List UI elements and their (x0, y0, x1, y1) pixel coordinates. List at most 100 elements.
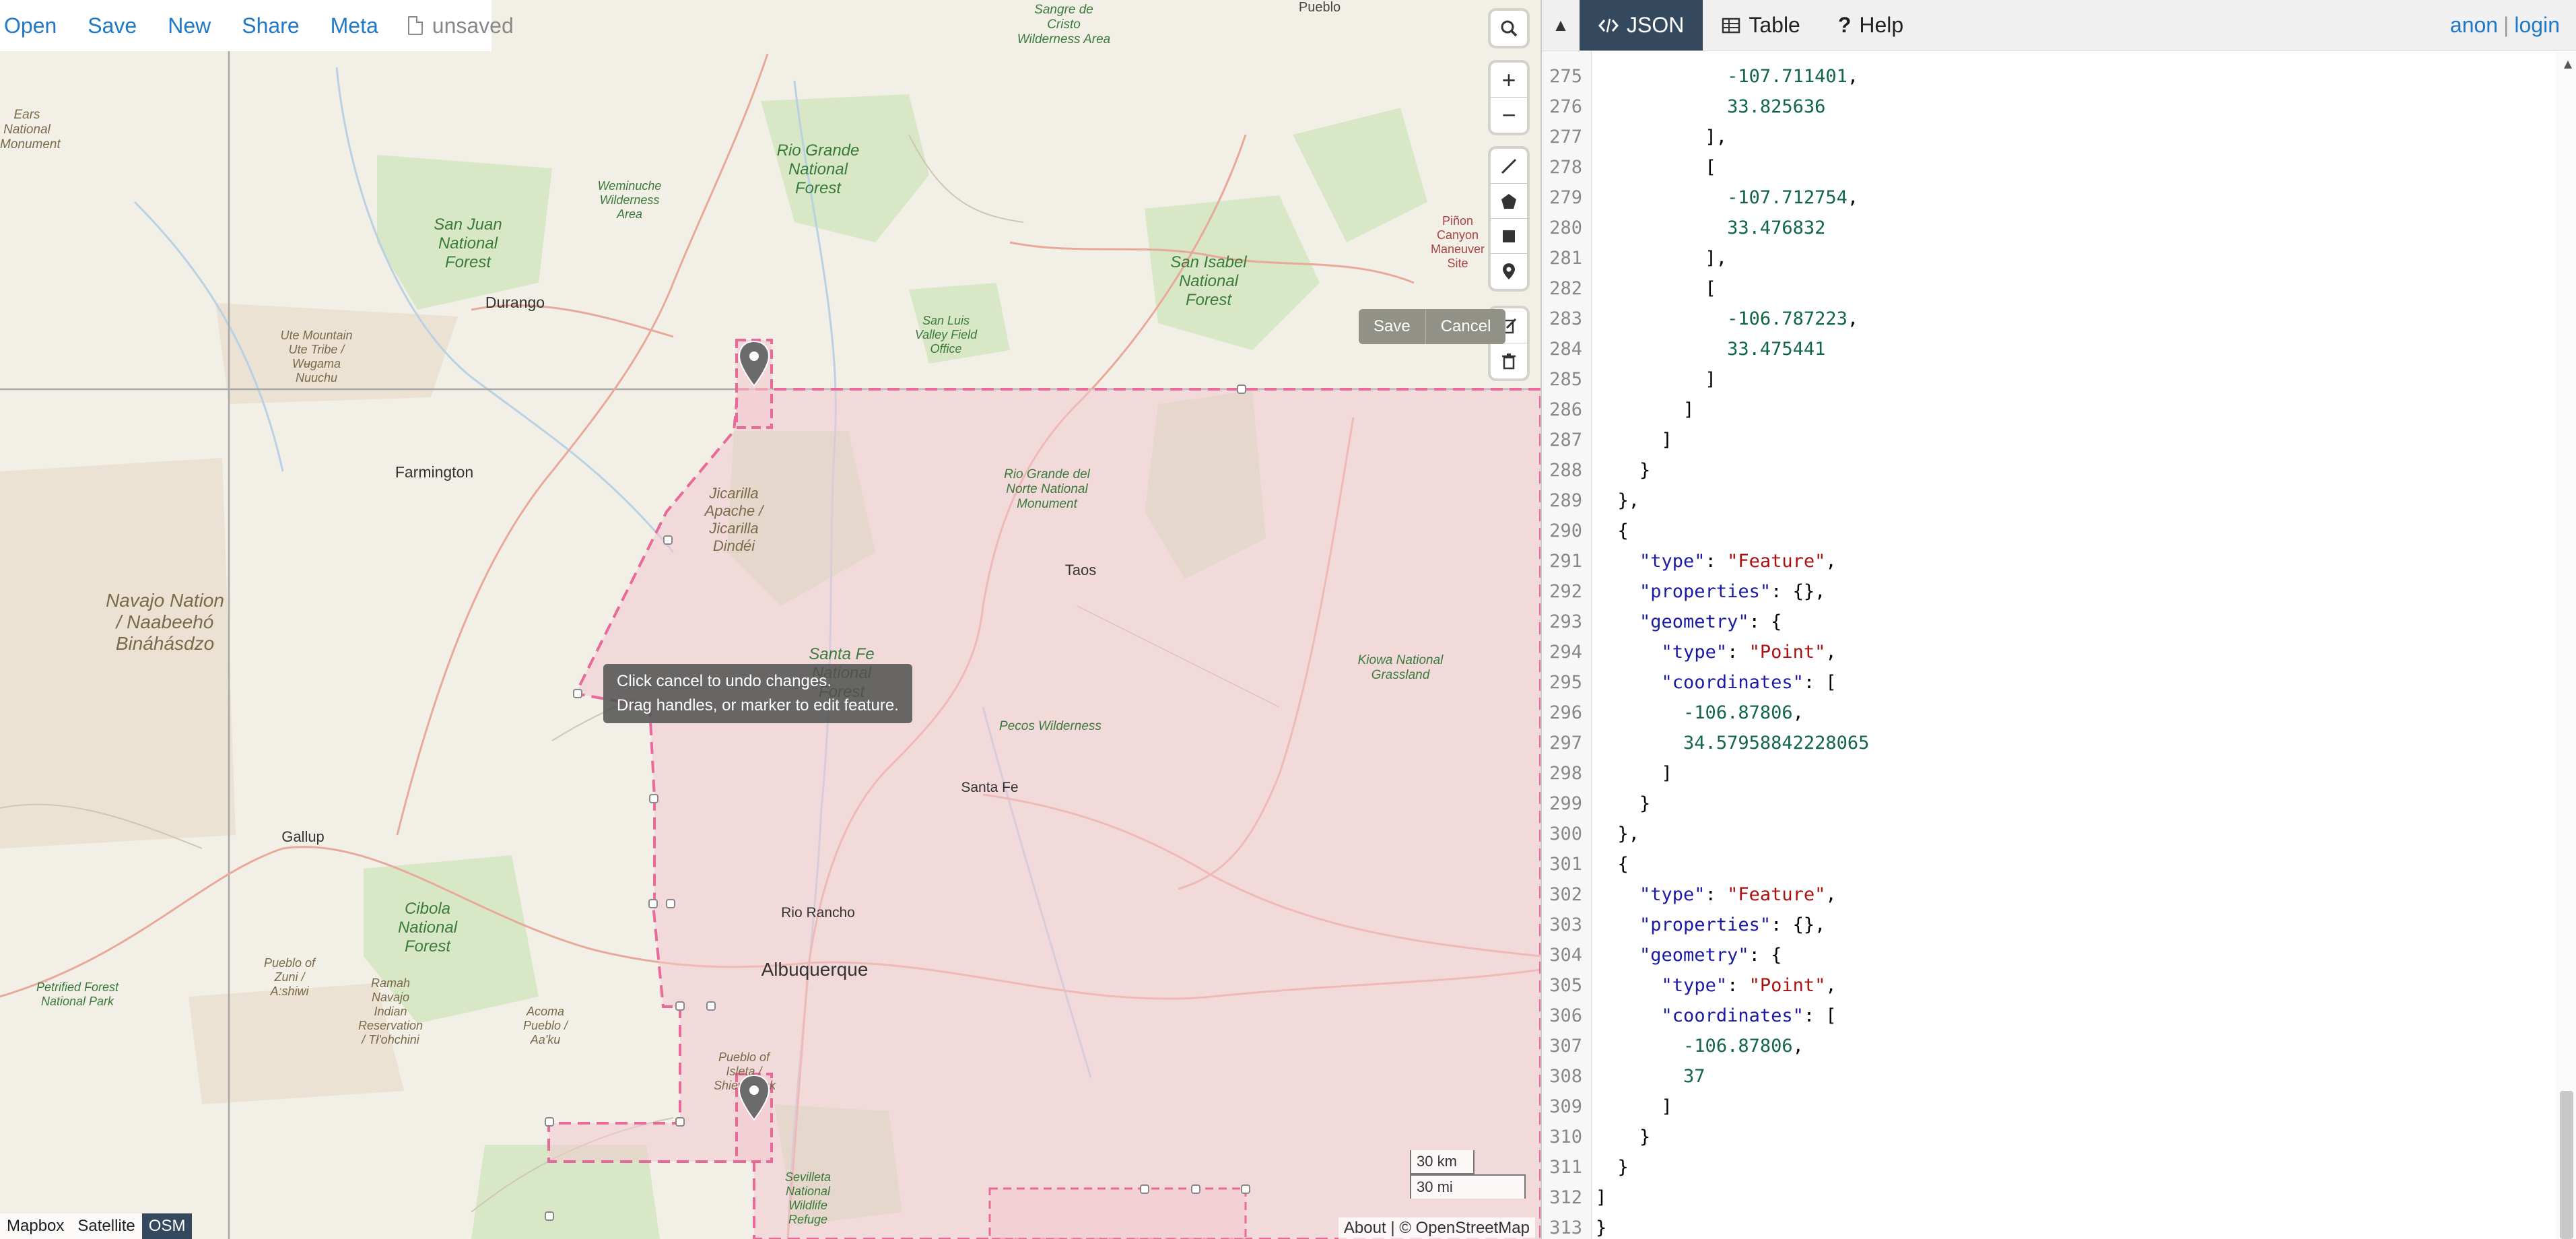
line-number: 306 (1549, 1005, 1582, 1026)
editor-line: 284 33.475441 (1542, 334, 1825, 364)
line-number: 284 (1549, 339, 1582, 360)
line-code: } (1596, 460, 1651, 481)
file-icon (407, 16, 423, 35)
line-code: "type": "Point", (1661, 642, 1837, 663)
line-number: 286 (1549, 399, 1582, 420)
draw-rectangle-icon (1503, 230, 1515, 242)
draw-line-button[interactable] (1491, 149, 1527, 184)
editor-line: 297 34.57958842228065 (1542, 728, 1869, 758)
login-link[interactable]: login (2514, 13, 2560, 38)
line-code: -107.712754, (1727, 187, 1859, 208)
save-menu[interactable]: Save (86, 13, 150, 38)
pane-tabs: ▲ JSON Table ? Help anon | login (1542, 0, 2576, 51)
editor-line: 286 ] (1542, 395, 1694, 425)
line-number: 295 (1549, 672, 1582, 693)
user-link[interactable]: anon (2450, 13, 2498, 38)
file-status-label: unsaved (432, 13, 514, 38)
line-number: 293 (1549, 611, 1582, 632)
tab-table-label: Table (1749, 13, 1800, 37)
editor-line: 304 "geometry": { (1542, 940, 1782, 970)
share-menu[interactable]: Share (240, 13, 312, 38)
editor-line: 303 "properties": {}, (1542, 910, 1825, 940)
delete-layers-button[interactable] (1491, 343, 1527, 378)
line-code: ], (1596, 248, 1728, 269)
map-label: Albuquerque (761, 959, 869, 980)
line-code: [ (1596, 157, 1716, 178)
line-number: 290 (1549, 521, 1582, 541)
zoom-control: + − (1491, 63, 1527, 133)
line-code: } (1596, 1217, 1607, 1238)
delete-layers-icon (1502, 354, 1516, 370)
line-number: 288 (1549, 460, 1582, 481)
edit-save-button[interactable]: Save (1359, 309, 1426, 344)
line-number: 280 (1549, 217, 1582, 238)
draw-marker-button[interactable] (1491, 254, 1527, 289)
map-label: Santa Fe (961, 780, 1019, 795)
editor-line: 306 "coordinates": [ (1542, 1001, 1836, 1031)
zoom-out-button[interactable]: − (1491, 98, 1527, 133)
new-menu[interactable]: New (166, 13, 224, 38)
zoom-in-button[interactable]: + (1491, 63, 1527, 98)
map-view[interactable]: Sangre de Cristo Wilderness Area Pueblo … (0, 0, 1540, 1239)
editor-line: 287 ] (1542, 425, 1672, 455)
map-label: Jicarilla Apache / Jicarilla Dindéi (704, 485, 764, 554)
line-code: { (1596, 854, 1629, 875)
tab-table[interactable]: Table (1703, 0, 1819, 51)
line-number: 298 (1549, 763, 1582, 784)
tab-help[interactable]: ? Help (1819, 0, 1922, 51)
line-code: 33.476832 (1727, 217, 1826, 238)
open-menu[interactable]: Open (3, 13, 70, 38)
line-number: 303 (1549, 914, 1582, 935)
editor-scrollbar[interactable]: ▲ (2556, 51, 2576, 1239)
layer-switcher: Mapbox Satellite OSM (0, 1213, 193, 1239)
tab-json-label: JSON (1627, 13, 1685, 37)
file-status: unsaved (407, 13, 514, 38)
line-number: 275 (1549, 66, 1582, 87)
zoom-out-icon: − (1501, 101, 1516, 129)
line-code: "coordinates": [ (1661, 1005, 1837, 1026)
tooltip-line: Click cancel to undo changes. (617, 672, 832, 690)
point-marker[interactable] (737, 340, 772, 389)
layer-satellite[interactable]: Satellite (71, 1213, 142, 1239)
point-marker[interactable] (737, 1074, 772, 1123)
line-number: 285 (1549, 369, 1582, 390)
editor-line: 301 { (1542, 849, 1629, 879)
editor-line: 299 } (1542, 789, 1650, 819)
line-number: 308 (1549, 1066, 1582, 1087)
line-number: 279 (1549, 187, 1582, 208)
auth-separator: | (2503, 13, 2509, 37)
map-label: Durango (485, 294, 545, 311)
draw-polygon-button[interactable] (1491, 184, 1527, 219)
search-button[interactable] (1491, 11, 1527, 46)
line-code: } (1596, 793, 1651, 814)
map-label: San Luis Valley Field Office (914, 314, 978, 356)
editor-line: 294 "type": "Point", (1542, 637, 1836, 667)
caret-up-icon: ▲ (1552, 15, 1569, 35)
map-label: Ute Mountain Ute Tribe / Wʉgama Nuuchu (280, 329, 353, 384)
collapse-pane-button[interactable]: ▲ (1542, 0, 1580, 51)
line-code: 33.475441 (1727, 339, 1826, 360)
editor-line: 295 "coordinates": [ (1542, 667, 1836, 698)
map-label: Pueblo (1298, 0, 1341, 15)
search-icon (1501, 20, 1518, 37)
draw-rectangle-button[interactable] (1491, 219, 1527, 254)
tab-json[interactable]: JSON (1580, 0, 1703, 51)
editor-line: 288 } (1542, 455, 1650, 485)
draw-polygon-icon (1501, 193, 1516, 209)
line-number: 313 (1549, 1217, 1582, 1238)
scrollbar-thumb[interactable] (2560, 1091, 2573, 1239)
line-number: 282 (1549, 278, 1582, 299)
line-code: [ (1596, 278, 1716, 299)
meta-menu[interactable]: Meta (329, 13, 392, 38)
draw-marker-icon (1503, 263, 1515, 279)
layer-mapbox[interactable]: Mapbox (0, 1213, 71, 1239)
editor-line: 310 } (1542, 1122, 1650, 1152)
editor-line: 291 "type": "Feature", (1542, 546, 1836, 576)
json-editor[interactable]: 275 -107.711401, 276 33.825636 277 ], 278 [… (1542, 51, 2576, 1239)
edit-cancel-button[interactable]: Cancel (1426, 309, 1506, 344)
about-link[interactable]: About (1344, 1219, 1386, 1237)
scale-bar: 30 km 30 mi (1410, 1150, 1526, 1199)
line-code: 37 (1683, 1066, 1705, 1087)
layer-osm[interactable]: OSM (141, 1213, 193, 1239)
editor-line: 289 }, (1542, 485, 1639, 516)
